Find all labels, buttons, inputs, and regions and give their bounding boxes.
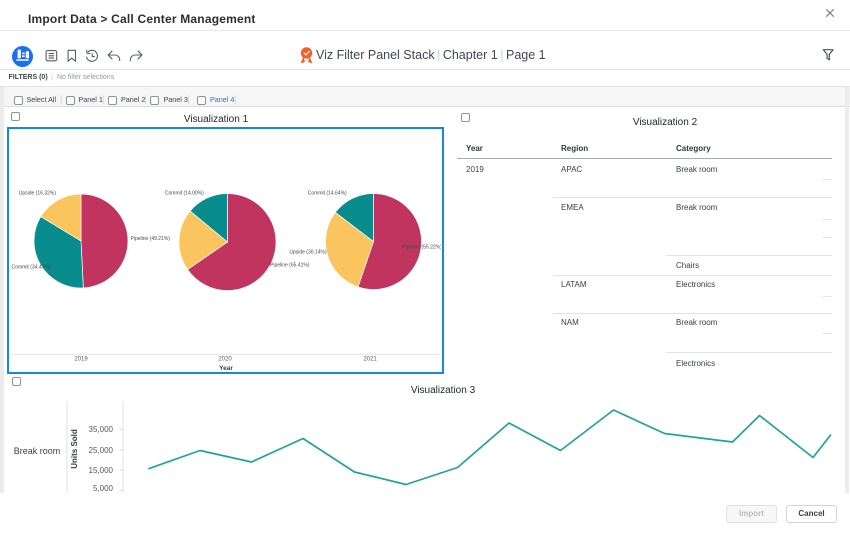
svg-text:Break room: Break room: [14, 446, 61, 456]
svg-text:5,000: 5,000: [93, 484, 114, 493]
svg-text:35,000: 35,000: [89, 425, 114, 434]
svg-text:15,000: 15,000: [89, 466, 114, 475]
svg-text:25,000: 25,000: [89, 446, 114, 455]
svg-text:Units Sold: Units Sold: [70, 429, 79, 469]
